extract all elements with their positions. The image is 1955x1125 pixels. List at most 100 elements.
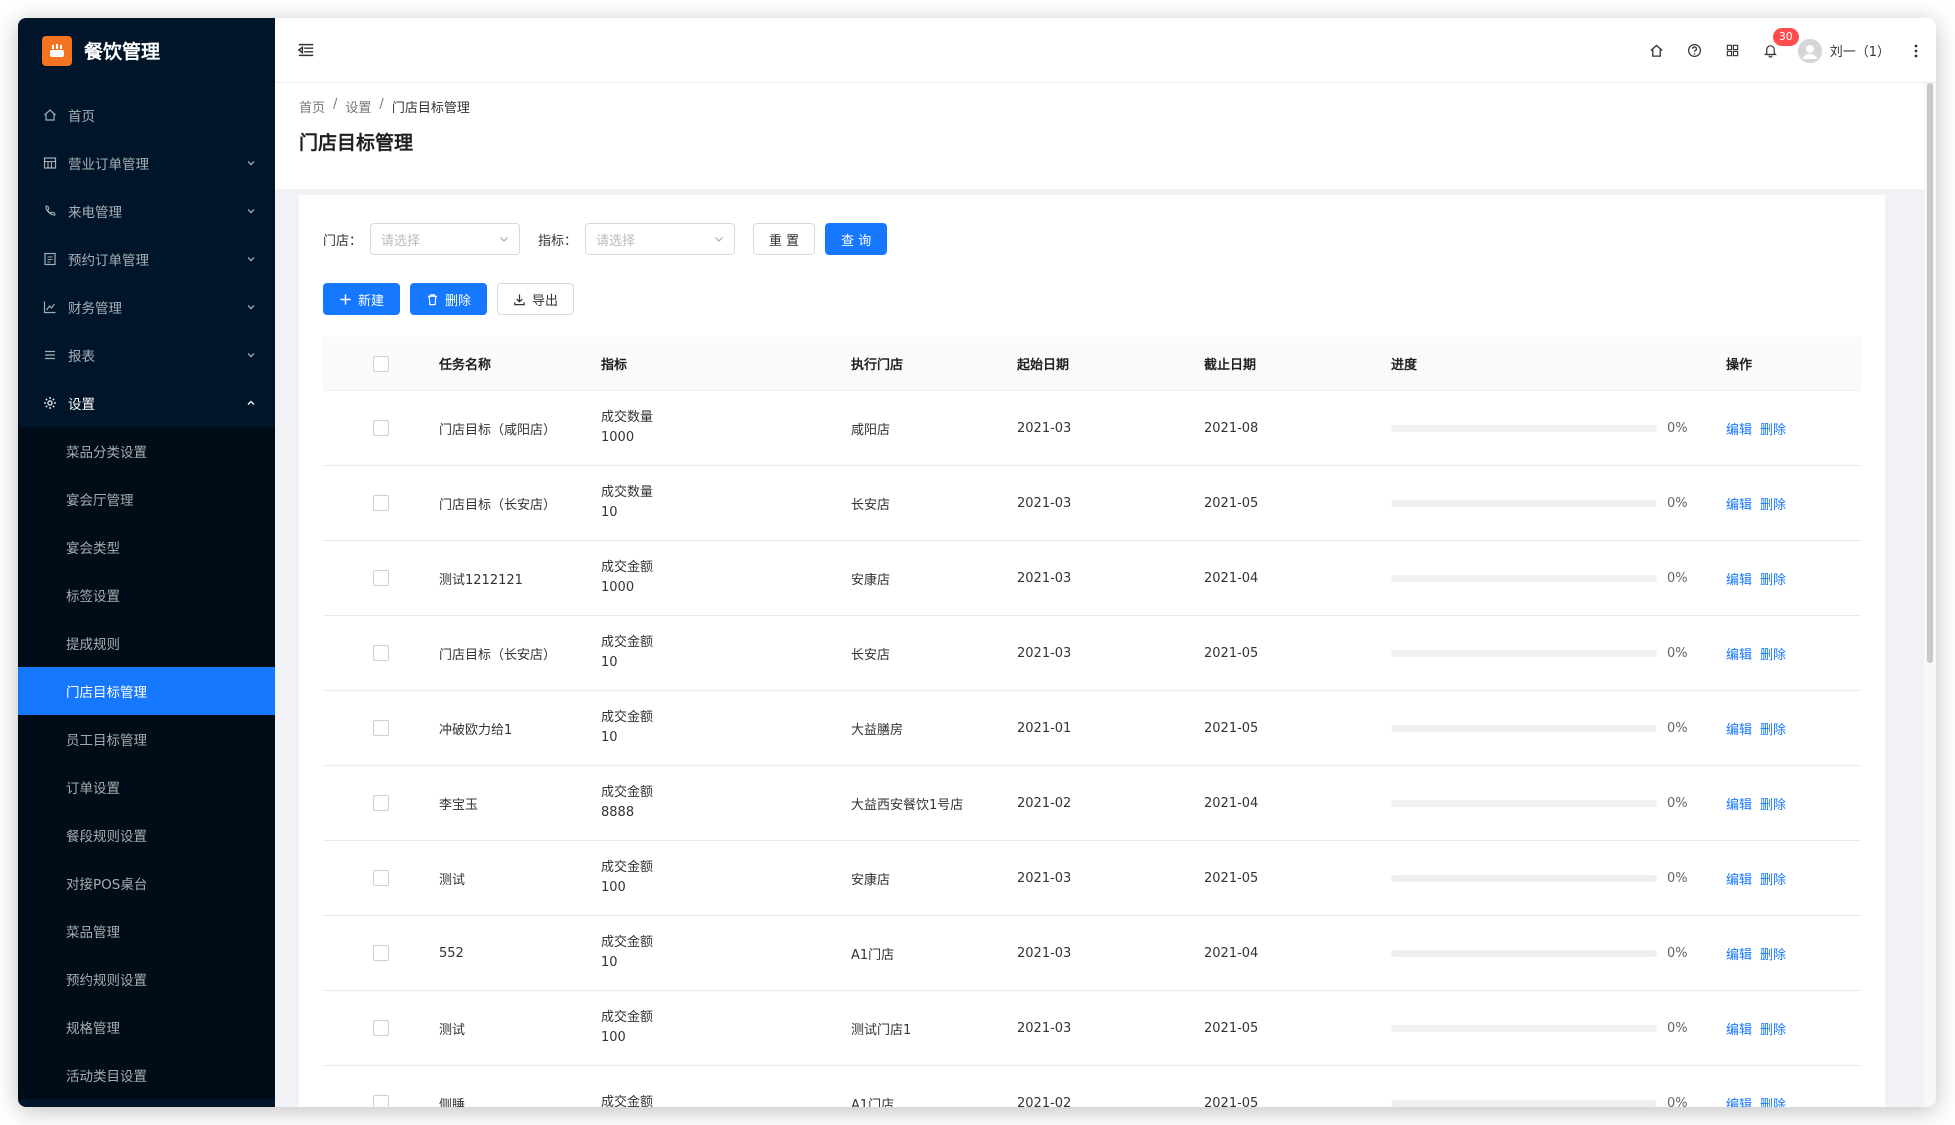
sidebar-subitem[interactable]: 提成规则 <box>18 619 275 667</box>
page-title: 门店目标管理 <box>299 132 414 154</box>
delete-link[interactable]: 删除 <box>1760 419 1786 438</box>
row-actions: 编辑 删除 <box>1726 1094 1861 1108</box>
metric-target: 10 <box>601 955 618 970</box>
breadcrumb: 首页 / 设置 / 门店目标管理 <box>299 97 1912 116</box>
chevron-up-icon <box>247 400 255 405</box>
sidebar-subitem[interactable]: 活动类目设置 <box>18 1051 275 1099</box>
breadcrumb-separator: / <box>379 97 384 112</box>
sidebar-subitem[interactable]: 订单设置 <box>18 763 275 811</box>
help-icon[interactable] <box>1676 18 1714 83</box>
row-checkbox[interactable] <box>373 420 389 436</box>
user-menu[interactable]: 刘一（1） <box>1797 38 1890 63</box>
row-checkbox[interactable] <box>373 570 389 586</box>
progress-cell: 0% <box>1391 871 1726 886</box>
task-name: 门店目标（咸阳店） <box>439 422 557 438</box>
delete-link[interactable]: 删除 <box>1760 719 1786 738</box>
home-icon[interactable] <box>1638 18 1676 83</box>
edit-link[interactable]: 编辑 <box>1726 944 1752 963</box>
table-row: 552 成交金额 10 A1门店 2021-03 2021-04 0% 编辑 删除 <box>323 916 1861 991</box>
row-checkbox[interactable] <box>373 870 389 886</box>
task-name: 测试 <box>439 872 466 888</box>
sidebar-subitem[interactable]: 餐段规则设置 <box>18 811 275 859</box>
more-vertical-icon[interactable] <box>1906 18 1926 83</box>
edit-link[interactable]: 编辑 <box>1726 644 1752 663</box>
delete-link[interactable]: 删除 <box>1760 644 1786 663</box>
sidebar-item-1[interactable]: 营业订单管理 <box>18 139 275 187</box>
store-select[interactable]: 请选择 <box>370 223 521 255</box>
row-checkbox[interactable] <box>373 1095 389 1107</box>
row-checkbox[interactable] <box>373 945 389 961</box>
form-icon <box>42 251 58 267</box>
edit-link[interactable]: 编辑 <box>1726 869 1752 888</box>
sidebar-item-0[interactable]: 首页 <box>18 91 275 139</box>
metric-cell: 成交金额 <box>601 1093 851 1107</box>
edit-link[interactable]: 编辑 <box>1726 1094 1752 1108</box>
row-checkbox[interactable] <box>373 645 389 661</box>
delete-link[interactable]: 删除 <box>1760 869 1786 888</box>
gear-icon <box>42 395 58 411</box>
delete-link[interactable]: 删除 <box>1760 794 1786 813</box>
task-name: 门店目标（长安店） <box>439 647 557 663</box>
edit-link[interactable]: 编辑 <box>1726 1019 1752 1038</box>
edit-link[interactable]: 编辑 <box>1726 419 1752 438</box>
scrollbar-thumb[interactable] <box>1927 83 1933 663</box>
progress-text: 0% <box>1667 420 1688 436</box>
new-button[interactable]: 新建 <box>323 283 401 315</box>
apps-icon[interactable] <box>1714 18 1752 83</box>
sidebar-subitem[interactable]: 预约规则设置 <box>18 955 275 1003</box>
store-filter-label: 门店： <box>323 233 363 249</box>
metric-cell: 成交数量 10 <box>601 483 851 523</box>
progress-text: 0% <box>1667 570 1688 586</box>
sidebar-item-5[interactable]: 报表 <box>18 331 275 379</box>
app-window: 餐饮管理 首页 营业订单管理 来电管理 预约订单管理 财务管理 报表 设置 菜品分类设置 宴会厅… <box>18 18 1936 1107</box>
progress-cell: 0% <box>1391 721 1726 736</box>
bell-icon[interactable]: 30 <box>1752 18 1799 83</box>
select-all-checkbox[interactable] <box>373 355 389 372</box>
sidebar-item-6[interactable]: 设置 <box>18 379 275 427</box>
delete-link[interactable]: 删除 <box>1760 1019 1786 1038</box>
edit-link[interactable]: 编辑 <box>1726 569 1752 588</box>
scrollbar[interactable] <box>1924 83 1936 1107</box>
edit-link[interactable]: 编辑 <box>1726 794 1752 813</box>
delete-link[interactable]: 删除 <box>1760 494 1786 513</box>
row-checkbox[interactable] <box>373 1020 389 1036</box>
app-logo[interactable]: 餐饮管理 <box>18 18 275 83</box>
sidebar-subitem[interactable]: 宴会厅管理 <box>18 475 275 523</box>
menu-fold-icon[interactable] <box>297 40 317 60</box>
metric-cell: 成交金额 8888 <box>601 783 851 823</box>
metric-filter-label: 指标： <box>538 233 578 249</box>
delete-link[interactable]: 删除 <box>1760 569 1786 588</box>
sidebar-item-3[interactable]: 预约订单管理 <box>18 235 275 283</box>
metric-select[interactable]: 请选择 <box>585 223 736 255</box>
column-header: 任务名称 <box>439 358 492 373</box>
metric-cell: 成交金额 100 <box>601 858 851 898</box>
delete-link[interactable]: 删除 <box>1760 1094 1786 1108</box>
delete-button-label: 删除 <box>445 293 472 309</box>
edit-link[interactable]: 编辑 <box>1726 494 1752 513</box>
breadcrumb-home[interactable]: 首页 <box>299 97 325 116</box>
delete-button[interactable]: 删除 <box>410 283 488 315</box>
edit-link[interactable]: 编辑 <box>1726 719 1752 738</box>
progress-text: 0% <box>1667 1020 1688 1036</box>
sidebar-subitem[interactable]: 菜品分类设置 <box>18 427 275 475</box>
query-button[interactable]: 查 询 <box>825 223 888 255</box>
row-checkbox[interactable] <box>373 720 389 736</box>
breadcrumb-settings[interactable]: 设置 <box>345 97 371 116</box>
sidebar-subitem[interactable]: 规格管理 <box>18 1003 275 1051</box>
row-checkbox[interactable] <box>373 495 389 511</box>
reset-button[interactable]: 重 置 <box>753 223 816 255</box>
sidebar-subitem[interactable]: 标签设置 <box>18 571 275 619</box>
sidebar-subitem[interactable]: 宴会类型 <box>18 523 275 571</box>
sidebar-subitem[interactable]: 菜品管理 <box>18 907 275 955</box>
sidebar-item-2[interactable]: 来电管理 <box>18 187 275 235</box>
line-chart-icon <box>42 299 58 315</box>
progress-cell: 0% <box>1391 1021 1726 1036</box>
trash-icon <box>427 293 438 305</box>
sidebar-subitem[interactable]: 对接POS桌台 <box>18 859 275 907</box>
export-button[interactable]: 导出 <box>497 283 575 315</box>
sidebar-subitem[interactable]: 门店目标管理 <box>18 667 275 715</box>
sidebar-item-4[interactable]: 财务管理 <box>18 283 275 331</box>
sidebar-subitem[interactable]: 员工目标管理 <box>18 715 275 763</box>
delete-link[interactable]: 删除 <box>1760 944 1786 963</box>
row-checkbox[interactable] <box>373 795 389 811</box>
